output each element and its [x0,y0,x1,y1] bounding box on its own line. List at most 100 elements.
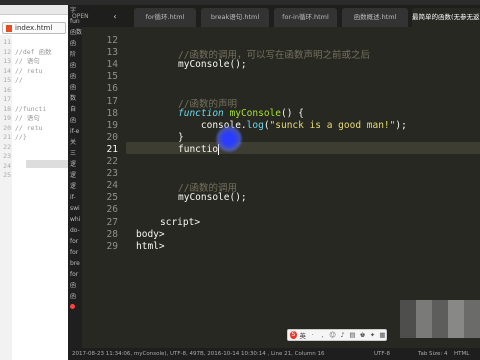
line-number: 12 [106,35,118,46]
sidebar-close-dot[interactable] [68,302,82,313]
tab-scroll-left-icon[interactable]: ‹ [108,10,122,23]
background-line-number: 21 [3,133,11,141]
sogou-logo-icon: S [290,331,297,339]
ime-tool-icon[interactable]: ▤ [349,331,356,339]
sidebar-file-item[interactable]: for [68,236,82,247]
code-line: myConsole(); [178,59,247,71]
editor-tab[interactable]: for循环.html [134,8,196,27]
status-bar: 2017-08-23 11:34:06, myConsole), UTF-8, … [68,348,480,360]
sidebar-file-item[interactable]: 数 [68,93,82,104]
line-number: 25 [106,192,118,204]
editor-tab[interactable]: for-in循环.html [274,8,337,27]
code-line: function myConsole() { [178,107,304,119]
line-number: 29 [106,240,118,252]
sidebar-file-item[interactable]: 自 [68,104,82,115]
status-tab-size[interactable]: Tab Size: 4 [418,348,447,360]
sidebar-file-item[interactable]: 函 [68,82,82,93]
ime-mode-label[interactable]: 英 [300,330,307,340]
sidebar-file-item[interactable]: 逻 [68,181,82,192]
background-code-line: 21 //} [0,133,51,143]
background-line-code: //def 函数 [15,47,52,56]
background-line-number: 24 [3,161,11,170]
status-file-info: 2017-08-23 11:34:06, myConsole), UTF-8, … [72,351,325,357]
background-code-line: 12 //def 函数 [0,48,51,58]
sidebar-file-item[interactable]: if-e [68,126,82,137]
sidebar-file-item[interactable]: 逻 [68,159,82,170]
file-sidebar: 字 fun 函数函阶函函函数自函 if-e 关三逻逻逻 if-swi whi do-for fo… [68,5,82,350]
line-number: 21 [106,143,118,155]
status-syntax[interactable]: HTML [454,348,469,360]
sidebar-file-item[interactable]: swi [68,203,82,214]
editor-tab[interactable]: 函数概述.html [342,8,408,27]
sidebar-file-item[interactable]: 函 [68,38,82,49]
sidebar-file-item[interactable]: do- [68,225,82,236]
background-line-number: 25 [3,171,11,179]
line-number: 24 [106,180,118,192]
status-encoding[interactable]: UTF-8 [374,348,390,360]
background-line-number: 14 [3,66,11,75]
sidebar-file-item[interactable]: 关 [68,137,82,148]
sidebar-file-item[interactable]: for [68,247,82,258]
sidebar-file-item[interactable]: bre [68,258,82,269]
background-line-number: 19 [3,114,11,122]
line-number: 20 [106,131,118,143]
sidebar-file-item[interactable]: if- [68,192,82,203]
background-editor-window: index.html 11 12//def 函数 13// 语句 14// retu 1… [0,5,68,360]
sidebar-file-item[interactable]: 函 [68,280,82,291]
background-code-line: 18 //functi [0,105,51,115]
sidebar-file-item[interactable]: 函 [68,291,82,302]
code-line: script> [160,216,201,228]
sidebar-file-item[interactable]: 阶 [68,49,82,60]
background-line-number: 13 [3,57,11,65]
background-editor-tab[interactable]: index.html [2,22,66,34]
ime-tool-icon[interactable]: , [319,331,326,339]
sidebar-file-item[interactable]: 函数 [68,27,82,38]
ime-tool-icon[interactable]: ✦ [369,331,376,339]
sidebar-file-item[interactable]: 逻 [68,170,82,181]
background-code-line: 13 // 语句 [0,57,51,67]
line-number: 18 [106,107,118,119]
background-code-line: 22 [0,143,51,153]
editor-tab[interactable]: 最简单的函数(无参无返回值).html [412,8,480,27]
open-files-label: OPEN [72,13,89,20]
ime-tool-icon[interactable]: ♪ [339,331,346,339]
ime-tool-icon[interactable]: ☺ [329,331,336,339]
sidebar-file-item[interactable]: 函 [68,71,82,82]
close-dot-icon[interactable] [70,304,75,309]
background-line-code: // 语句 [15,57,40,65]
background-line-number: 15 [3,76,11,84]
sidebar-file-item[interactable]: 函 [68,115,82,126]
ime-tool-icon[interactable]: ▦ [379,331,386,339]
sidebar-file-item[interactable]: for [68,269,82,280]
background-code-line: 17 [0,95,51,105]
background-line-number: 22 [3,142,11,151]
tab-bar: OPEN ‹ › for循环.htmlbreak语句.htmlfor-in循环.… [72,5,480,27]
sidebar-file-item[interactable]: whi [68,214,82,225]
code-line: functio [178,143,220,155]
background-code-line: 15 // [0,76,51,86]
background-line-code: // retu [15,66,43,75]
line-number: 16 [106,83,118,95]
sidebar-file-item[interactable]: 三 [68,148,82,159]
current-line-highlight [82,142,480,154]
line-number: 28 [106,228,118,240]
ime-tool-icon[interactable]: ♚ [359,331,366,339]
background-line-number: 16 [3,85,11,94]
blurred-webcam-region [400,300,480,338]
background-code-line: 14 // retu [0,67,51,77]
ime-tool-icon[interactable]: · [309,331,316,339]
background-code-line: 11 [0,38,51,48]
sidebar-file-item[interactable]: 函 [68,60,82,71]
mouse-cursor-highlight [215,125,243,153]
editor-tab[interactable]: break语句.html [201,8,269,27]
line-number: 22 [106,156,118,167]
background-line-number: 20 [3,123,11,132]
code-line: } [178,131,184,143]
background-code-line: 24 [0,162,51,172]
line-number: 19 [106,119,118,131]
code-line: console.log("sunck is a good man!"); [178,119,407,131]
background-line-code: // 语句 [15,114,40,122]
line-number: 27 [106,216,118,228]
line-number: 26 [106,204,118,216]
ime-toolbar[interactable]: S 英 ·, ☺ ♪ ▤ ♚ ✦ ▦ [287,329,387,341]
